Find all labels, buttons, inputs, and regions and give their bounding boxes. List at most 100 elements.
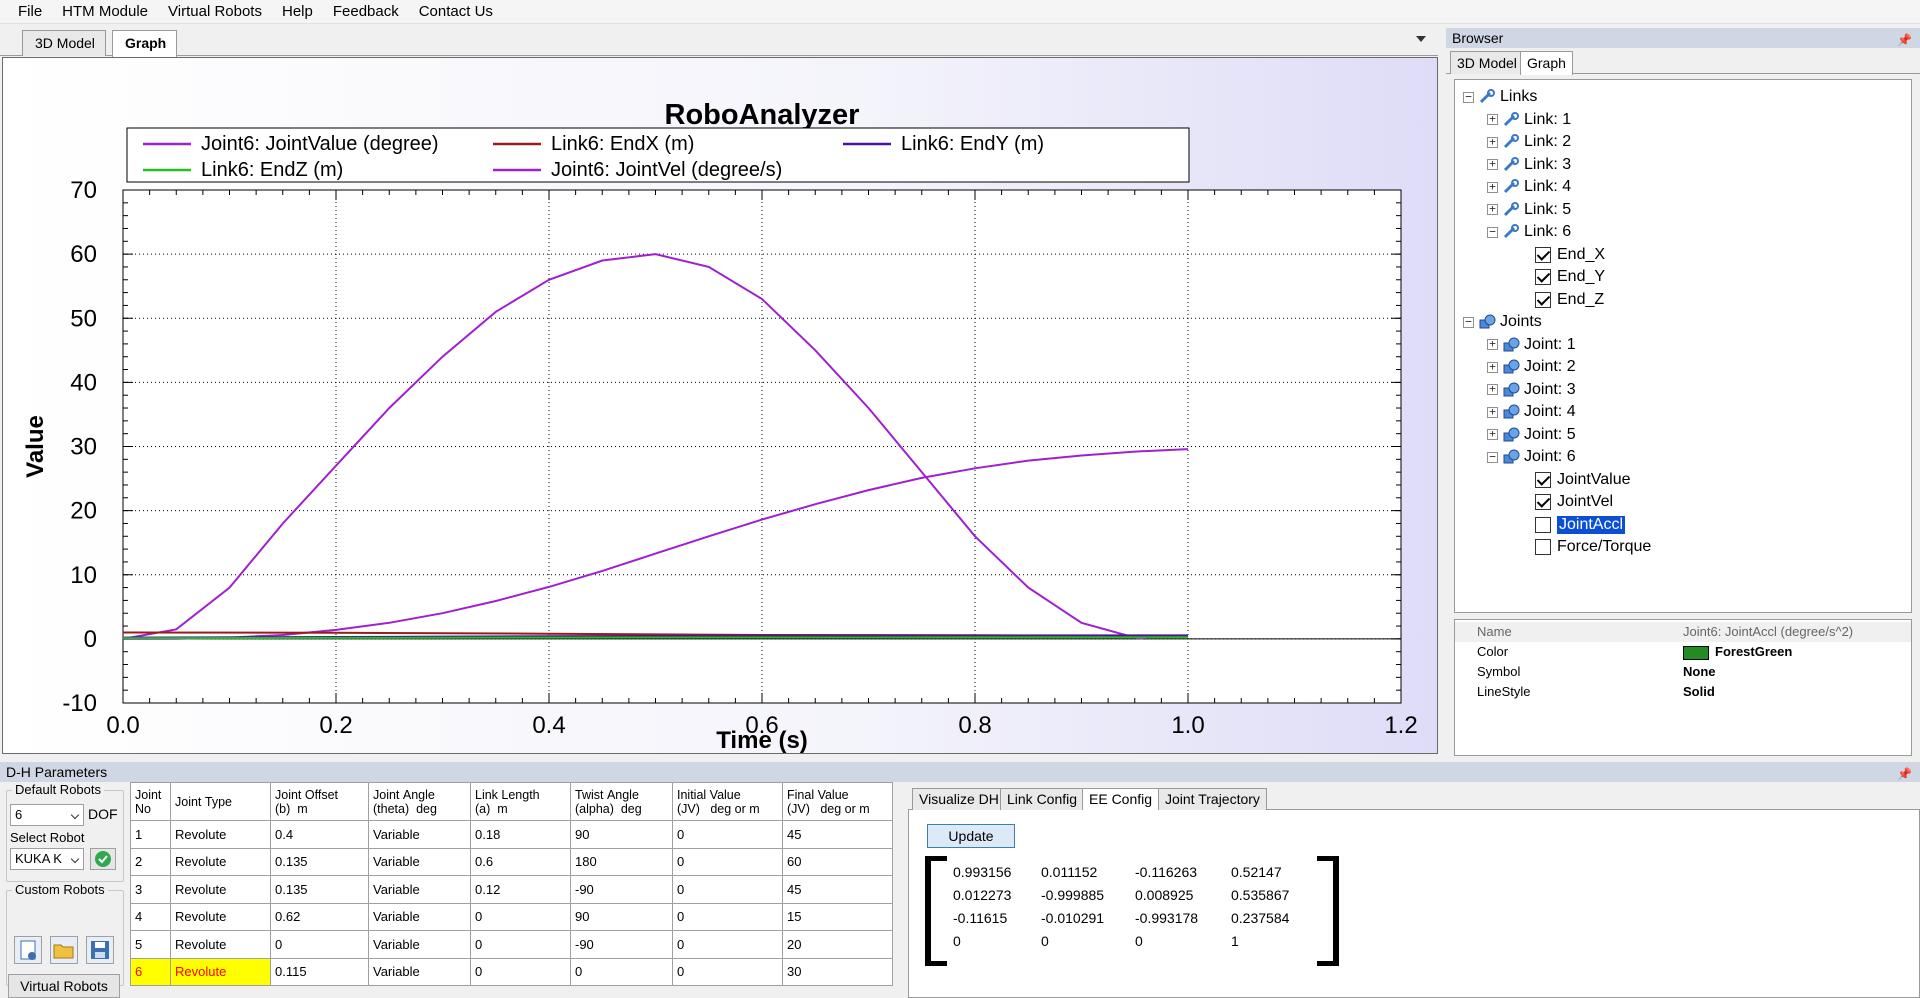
table-cell[interactable]: Revolute xyxy=(170,820,271,849)
table-cell[interactable]: 0 xyxy=(672,820,783,849)
tree-node-joint-5[interactable]: + Joint: 5 xyxy=(1487,424,1576,446)
tab-ee-config[interactable]: EE Config xyxy=(1082,788,1160,811)
table-cell[interactable]: 0 xyxy=(470,902,571,931)
tree-node-joint-6[interactable]: − Joint: 6 xyxy=(1487,446,1576,468)
expand-icon[interactable]: + xyxy=(1487,428,1498,440)
table-cell[interactable]: 0.115 xyxy=(270,957,369,986)
tree-node-link-2[interactable]: + Link: 2 xyxy=(1487,131,1571,153)
tree-node-joints[interactable]: − Joints xyxy=(1463,311,1542,333)
expand-icon[interactable]: + xyxy=(1487,338,1498,350)
table-cell[interactable]: Revolute xyxy=(170,957,271,986)
tree-node-link-5[interactable]: + Link: 5 xyxy=(1487,199,1571,221)
table-cell[interactable]: 2 xyxy=(130,847,171,876)
checkbox[interactable] xyxy=(1535,246,1551,263)
menu-htm-module[interactable]: HTM Module xyxy=(52,0,158,24)
table-cell[interactable]: 0 xyxy=(672,875,783,904)
tree-node-joint-2[interactable]: + Joint: 2 xyxy=(1487,356,1576,378)
table-row[interactable]: 6 Revolute 0.115 Variable 0 0 0 30 xyxy=(130,957,893,986)
table-cell[interactable]: 0 xyxy=(672,930,783,959)
menu-help[interactable]: Help xyxy=(272,0,323,24)
update-button[interactable]: Update xyxy=(927,824,1015,848)
menu-virtual-robots[interactable]: Virtual Robots xyxy=(158,0,272,24)
tab-joint-trajectory[interactable]: Joint Trajectory xyxy=(1158,788,1267,810)
browser-tab-3d-model[interactable]: 3D Model xyxy=(1450,51,1524,74)
table-cell[interactable]: 0 xyxy=(270,930,369,959)
tree-node-link-6[interactable]: − Link: 6 xyxy=(1487,221,1571,243)
table-cell[interactable]: 1 xyxy=(130,820,171,849)
prop-row-color[interactable]: Color ForestGreen xyxy=(1455,642,1911,662)
table-cell[interactable]: Revolute xyxy=(170,847,271,876)
expand-icon[interactable]: + xyxy=(1487,181,1498,193)
checkbox[interactable] xyxy=(1535,494,1551,510)
table-cell[interactable]: 0 xyxy=(672,847,783,876)
table-cell[interactable]: 0.4 xyxy=(270,820,369,849)
tree-node-end-y[interactable]: End_Y xyxy=(1535,266,1605,288)
table-cell[interactable]: Variable xyxy=(368,902,471,931)
table-cell[interactable]: 0 xyxy=(570,957,673,986)
tree-node-joint-3[interactable]: + Joint: 3 xyxy=(1487,379,1576,401)
table-cell[interactable]: Revolute xyxy=(170,875,271,904)
virtual-robots-button[interactable]: Virtual Robots xyxy=(8,974,120,998)
robot-select[interactable]: KUKA K xyxy=(10,848,84,870)
dof-select[interactable]: 6 xyxy=(10,804,84,826)
expand-icon[interactable]: + xyxy=(1487,406,1498,418)
tree-node-jointvel[interactable]: JointVel xyxy=(1535,491,1613,513)
table-row[interactable]: 4 Revolute 0.62 Variable 0 90 0 15 xyxy=(130,902,893,931)
table-cell[interactable]: 3 xyxy=(130,875,171,904)
new-robot-button[interactable] xyxy=(14,936,42,964)
table-cell[interactable]: 0 xyxy=(470,957,571,986)
table-cell[interactable]: -90 xyxy=(570,930,673,959)
menu-file[interactable]: File xyxy=(8,0,52,24)
prop-row-name[interactable]: Name Joint6: JointAccl (degree/s^2) xyxy=(1455,622,1911,642)
table-cell[interactable]: 0 xyxy=(672,902,783,931)
table-cell[interactable]: 20 xyxy=(782,930,893,959)
expand-icon[interactable]: + xyxy=(1487,203,1498,215)
tab-link-config[interactable]: Link Config xyxy=(1000,788,1085,810)
table-cell[interactable]: 60 xyxy=(782,847,893,876)
table-cell[interactable]: 0 xyxy=(672,957,783,986)
expand-icon[interactable]: + xyxy=(1487,136,1498,148)
tree-node-force-torque[interactable]: Force/Torque xyxy=(1535,536,1651,558)
tree-node-end-x[interactable]: End_X xyxy=(1535,244,1605,266)
table-cell[interactable]: Revolute xyxy=(170,930,271,959)
expand-icon[interactable]: + xyxy=(1487,361,1498,373)
table-cell[interactable]: 5 xyxy=(130,930,171,959)
table-cell[interactable]: 180 xyxy=(570,847,673,876)
table-row[interactable]: 3 Revolute 0.135 Variable 0.12 -90 0 45 xyxy=(130,875,893,904)
save-robot-button[interactable] xyxy=(86,936,114,964)
table-cell[interactable]: 45 xyxy=(782,875,893,904)
tree-node-joint-1[interactable]: + Joint: 1 xyxy=(1487,334,1576,356)
table-cell[interactable]: 90 xyxy=(570,820,673,849)
graph-panel[interactable]: 0.0 0.2 0.4 0.6 0.8 1.0 1.2 70 60 50 40 30 20 10 0 -10 R… xyxy=(2,57,1438,754)
prop-row-linestyle[interactable]: LineStyle Solid xyxy=(1455,682,1911,702)
table-cell[interactable]: 90 xyxy=(570,902,673,931)
tree-node-link-3[interactable]: + Link: 3 xyxy=(1487,154,1571,176)
table-cell[interactable]: 0.135 xyxy=(270,875,369,904)
tab-list-dropdown-icon[interactable] xyxy=(1416,36,1426,42)
expand-icon[interactable]: + xyxy=(1487,158,1498,170)
menu-feedback[interactable]: Feedback xyxy=(323,0,409,24)
table-cell[interactable]: 0 xyxy=(470,930,571,959)
table-cell[interactable]: 0.62 xyxy=(270,902,369,931)
pin-icon[interactable]: 📌 xyxy=(1897,30,1912,50)
table-cell[interactable]: 0.12 xyxy=(470,875,571,904)
table-row[interactable]: 1 Revolute 0.4 Variable 0.18 90 0 45 xyxy=(130,820,893,849)
collapse-icon[interactable]: − xyxy=(1487,226,1498,238)
table-cell[interactable]: -90 xyxy=(570,875,673,904)
tree-node-end-z[interactable]: End_Z xyxy=(1535,289,1604,311)
table-cell[interactable]: Variable xyxy=(368,847,471,876)
tree-node-jointvalue[interactable]: JointValue xyxy=(1535,469,1631,491)
table-cell[interactable]: 0.6 xyxy=(470,847,571,876)
tree-node-joint-4[interactable]: + Joint: 4 xyxy=(1487,401,1576,423)
checkbox[interactable] xyxy=(1535,471,1551,488)
expand-icon[interactable]: + xyxy=(1487,113,1498,125)
checkbox[interactable] xyxy=(1535,539,1551,555)
tree-node-jointaccl[interactable]: JointAccl xyxy=(1535,514,1627,536)
collapse-icon[interactable]: − xyxy=(1463,91,1474,103)
table-row[interactable]: 2 Revolute 0.135 Variable 0.6 180 0 60 xyxy=(130,847,893,876)
table-cell[interactable]: Variable xyxy=(368,820,471,849)
tab-visualize-dh[interactable]: Visualize DH xyxy=(912,788,1006,810)
browser-tab-graph[interactable]: Graph xyxy=(1520,51,1573,75)
table-cell[interactable]: Variable xyxy=(368,875,471,904)
table-cell[interactable]: 6 xyxy=(130,957,171,986)
